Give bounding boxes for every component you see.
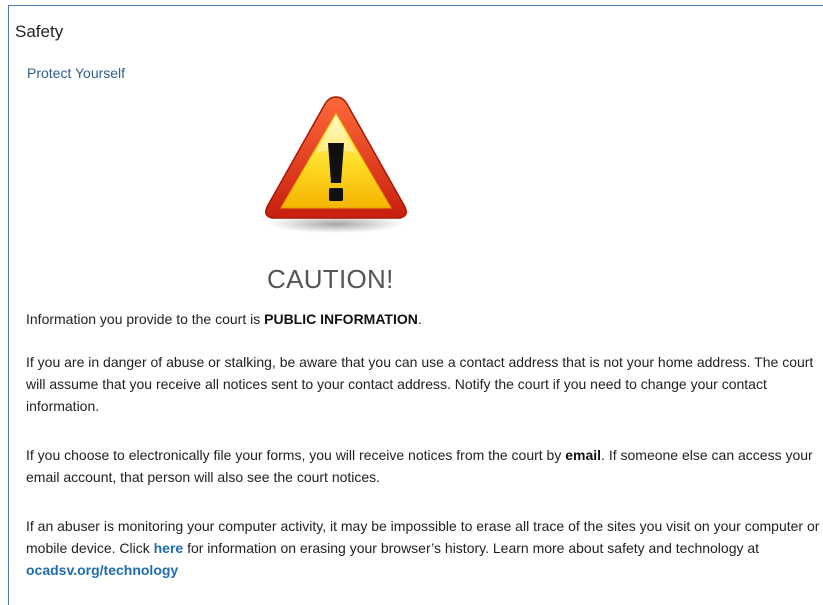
p3-text: If you choose to electronically file you… bbox=[26, 447, 566, 463]
p1-end: . bbox=[417, 311, 422, 327]
public-information-bold: PUBLIC INFORMATION bbox=[264, 311, 418, 327]
warning-triangle-icon bbox=[261, 91, 411, 236]
efile-paragraph: If you choose to electronically file you… bbox=[26, 444, 823, 488]
monitoring-paragraph: If an abuser is monitoring your computer… bbox=[26, 515, 823, 581]
panel-title: Safety bbox=[15, 22, 64, 41]
email-bold: email bbox=[565, 447, 602, 463]
contact-address-paragraph: If you are in danger of abuse or stalkin… bbox=[26, 354, 814, 414]
here-link[interactable]: here bbox=[154, 540, 184, 556]
caution-heading: CAUTION! bbox=[267, 264, 394, 294]
p1-text: Information you provide to the court is bbox=[26, 311, 265, 327]
safety-panel: Safety Protect Yourself CAUTION! Informa… bbox=[8, 5, 823, 605]
public-info-paragraph: Information you provide to the court is … bbox=[26, 308, 823, 330]
ocadsv-technology-link[interactable]: ocadsv.org/technology bbox=[26, 562, 178, 578]
protect-yourself-link[interactable]: Protect Yourself bbox=[27, 65, 125, 81]
p4-mid: for information on erasing your browser’… bbox=[183, 540, 760, 556]
